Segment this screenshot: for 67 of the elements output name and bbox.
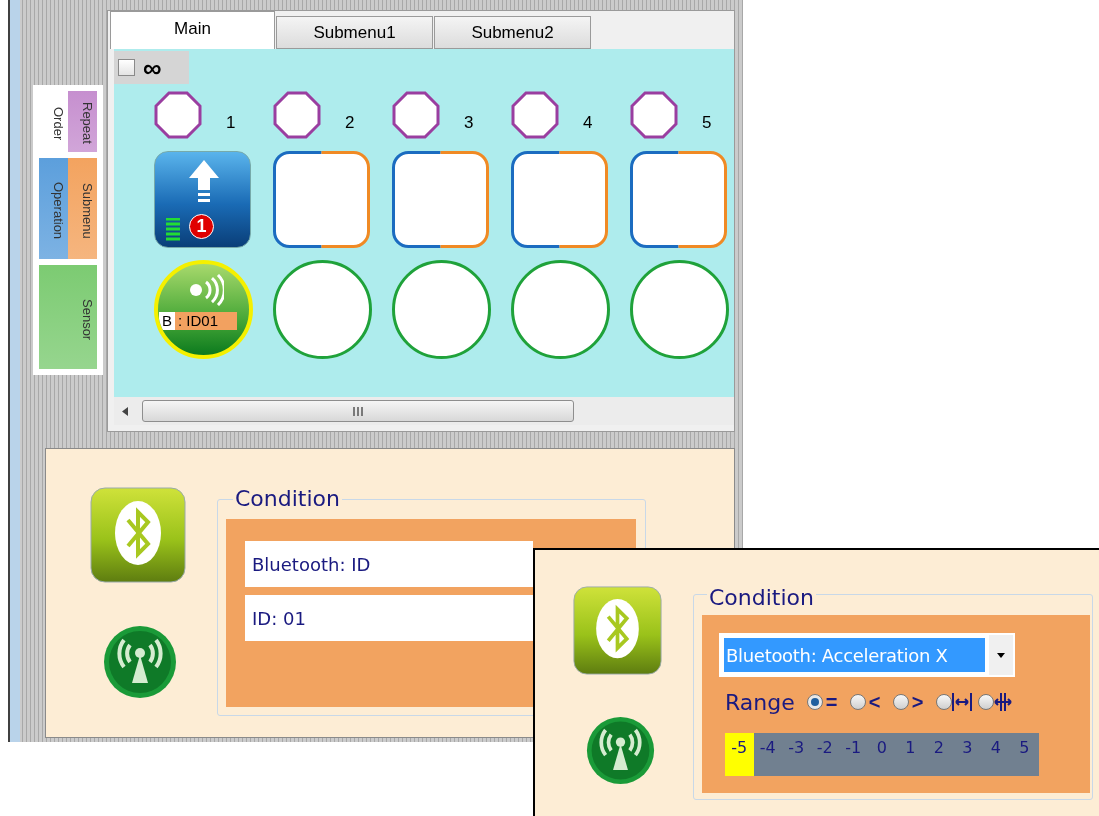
- octagon-slot[interactable]: [392, 91, 440, 139]
- sensor-id-label: : ID01: [175, 312, 237, 330]
- loop-toggle[interactable]: ∞: [114, 51, 189, 84]
- scale-value[interactable]: -1: [839, 733, 868, 776]
- antenna-tower-icon[interactable]: [103, 625, 177, 699]
- octagon-slot[interactable]: [154, 91, 202, 139]
- scale-value[interactable]: -5: [725, 733, 754, 776]
- scale-value[interactable]: -3: [782, 733, 811, 776]
- operation-slot[interactable]: [273, 151, 370, 248]
- horizontal-scrollbar[interactable]: [114, 397, 734, 425]
- range-outside-icon: [993, 692, 1012, 712]
- caret-down-icon[interactable]: [997, 652, 1006, 658]
- radio-button[interactable]: [849, 694, 866, 710]
- input-field[interactable]: Bluetooth: ID: [245, 541, 533, 587]
- scale-value[interactable]: 2: [924, 733, 953, 776]
- scale-value[interactable]: -2: [810, 733, 839, 776]
- palette-item[interactable]: Repeat: [68, 91, 97, 152]
- palette-item[interactable]: Sensor: [39, 265, 97, 369]
- slot-number: 5: [702, 111, 712, 134]
- dropdown[interactable]: Bluetooth: Acceleration X: [719, 633, 1015, 677]
- radio-button[interactable]: [806, 694, 823, 710]
- radio-button[interactable]: [977, 694, 994, 710]
- scale-value[interactable]: 3: [953, 733, 982, 776]
- operation-block[interactable]: 1: [154, 151, 251, 248]
- bluetooth-icon[interactable]: [573, 586, 662, 675]
- sensor-letter: B: [159, 312, 175, 330]
- input-field[interactable]: ID: 01: [245, 595, 533, 641]
- dropdown-value: Bluetooth: Acceleration X: [724, 638, 986, 672]
- range-label: Range: [725, 688, 795, 717]
- checkbox[interactable]: [118, 59, 135, 76]
- grip-icon: [352, 406, 364, 416]
- scale-value[interactable]: 0: [867, 733, 896, 776]
- antenna-tower-icon[interactable]: [586, 716, 655, 785]
- octagon-slot[interactable]: [273, 91, 321, 139]
- scale-value[interactable]: -4: [753, 733, 782, 776]
- option-label: =: [825, 690, 839, 715]
- palette-item[interactable]: Operation: [39, 157, 68, 260]
- sensor-block[interactable]: B : ID01: [154, 260, 253, 359]
- slot-number: 4: [583, 111, 593, 134]
- scroll-left-icon[interactable]: [122, 406, 128, 416]
- range-inside-icon: [951, 692, 972, 712]
- tab[interactable]: Submenu1: [276, 16, 433, 49]
- loop-label: ∞: [143, 54, 162, 81]
- octagon-slot[interactable]: [511, 91, 559, 139]
- scale-value[interactable]: 1: [896, 733, 925, 776]
- operation-slot[interactable]: [511, 151, 608, 248]
- palette-item[interactable]: Submenu: [68, 157, 97, 260]
- tab[interactable]: Submenu2: [434, 16, 591, 49]
- option-label: >: [911, 690, 925, 715]
- slot-number: 3: [464, 111, 474, 134]
- tab[interactable]: Main: [110, 11, 275, 49]
- radio-button[interactable]: [935, 694, 952, 710]
- radio-button[interactable]: [892, 694, 909, 710]
- scale-value[interactable]: 4: [981, 733, 1010, 776]
- scale-value[interactable]: 5: [1010, 733, 1039, 776]
- signal-waves-icon: [188, 274, 224, 306]
- arrow-up-icon: [189, 160, 219, 204]
- option-label: <: [868, 690, 882, 715]
- level-bars-icon: [166, 218, 180, 241]
- operation-slot[interactable]: [630, 151, 727, 248]
- slot-number: 1: [226, 111, 236, 134]
- operation-slot[interactable]: [392, 151, 489, 248]
- count-badge: 1: [189, 214, 214, 239]
- octagon-slot[interactable]: [630, 91, 678, 139]
- bluetooth-icon[interactable]: [90, 487, 186, 583]
- scrollbar-thumb[interactable]: [142, 400, 574, 422]
- slot-number: 2: [345, 111, 355, 134]
